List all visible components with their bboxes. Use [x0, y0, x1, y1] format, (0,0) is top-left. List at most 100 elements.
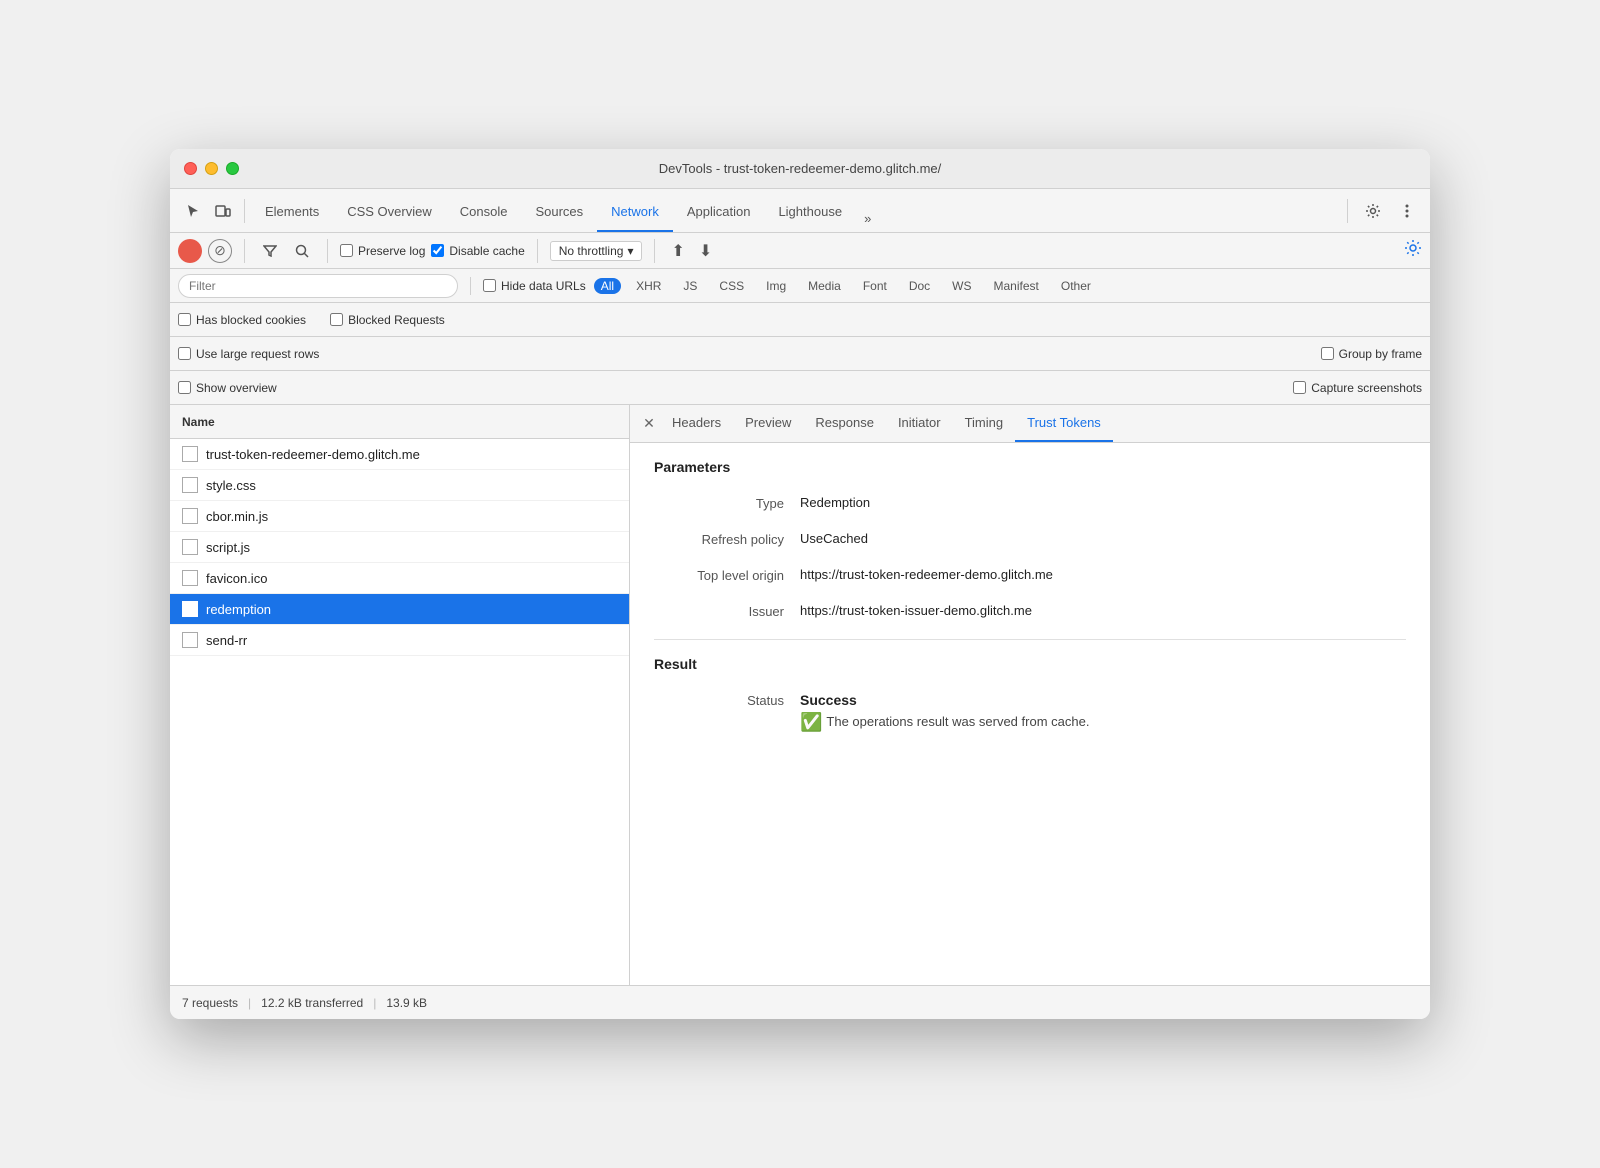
filter-all-button[interactable]: All: [594, 278, 621, 294]
minimize-button[interactable]: [205, 162, 218, 175]
group-by-frame-checkbox[interactable]: Group by frame: [1321, 347, 1422, 361]
blocked-requests-checkbox[interactable]: Blocked Requests: [330, 313, 445, 327]
device-toggle-icon[interactable]: [208, 196, 238, 226]
filter-xhr-button[interactable]: XHR: [629, 278, 668, 294]
options-bar-3: Show overview Capture screenshots: [170, 371, 1430, 405]
issuer-label: Issuer: [654, 603, 784, 619]
requests-count: 7 requests: [182, 996, 238, 1010]
total-size: 13.9 kB: [386, 996, 427, 1010]
capture-screenshots-checkbox[interactable]: Capture screenshots: [1293, 381, 1422, 395]
top-level-origin-value: https://trust-token-redeemer-demo.glitch…: [800, 567, 1053, 583]
filter-js-button[interactable]: JS: [676, 278, 704, 294]
tab-response[interactable]: Response: [803, 405, 886, 442]
list-item-selected[interactable]: redemption: [170, 594, 629, 625]
filter-icon[interactable]: [257, 238, 283, 264]
disable-cache-checkbox[interactable]: Disable cache: [431, 244, 524, 258]
net-toolbar-sep1: [244, 239, 245, 263]
record-button[interactable]: [178, 239, 202, 263]
details-panel: ✕ Headers Preview Response Initiator Tim…: [630, 405, 1430, 985]
file-list-panel: Name trust-token-redeemer-demo.glitch.me…: [170, 405, 630, 985]
toolbar-separator-2: [1347, 199, 1348, 223]
network-settings-icon[interactable]: [1404, 244, 1422, 261]
list-item[interactable]: script.js: [170, 532, 629, 563]
download-icon[interactable]: ⬇: [695, 239, 716, 263]
devtools-window: DevTools - trust-token-redeemer-demo.gli…: [170, 149, 1430, 1019]
filter-media-button[interactable]: Media: [801, 278, 848, 294]
settings-icon[interactable]: [1358, 196, 1388, 226]
filter-css-button[interactable]: CSS: [712, 278, 751, 294]
status-success-value: Success: [800, 692, 1089, 708]
maximize-button[interactable]: [226, 162, 239, 175]
preserve-log-checkbox[interactable]: Preserve log: [340, 244, 425, 258]
list-item[interactable]: style.css: [170, 470, 629, 501]
more-tabs-button[interactable]: »: [856, 205, 879, 232]
tab-initiator[interactable]: Initiator: [886, 405, 953, 442]
list-item[interactable]: trust-token-redeemer-demo.glitch.me: [170, 439, 629, 470]
tab-css-overview[interactable]: CSS Overview: [333, 193, 446, 232]
tab-application[interactable]: Application: [673, 193, 765, 232]
more-options-icon[interactable]: [1392, 196, 1422, 226]
file-icon: [182, 446, 198, 462]
main-content: Name trust-token-redeemer-demo.glitch.me…: [170, 405, 1430, 985]
file-list-header: Name: [170, 405, 629, 439]
tab-timing[interactable]: Timing: [953, 405, 1016, 442]
clear-button[interactable]: ⊘: [208, 239, 232, 263]
type-label: Type: [654, 495, 784, 511]
list-item[interactable]: send-rr: [170, 625, 629, 656]
options-bar-1: Has blocked cookies Blocked Requests: [170, 303, 1430, 337]
details-content: Parameters Type Redemption Refresh polic…: [630, 443, 1430, 985]
list-item[interactable]: cbor.min.js: [170, 501, 629, 532]
search-icon[interactable]: [289, 238, 315, 264]
success-check-icon: ✅: [800, 712, 822, 733]
throttle-dropdown[interactable]: No throttling ▾: [550, 241, 643, 261]
top-level-origin-label: Top level origin: [654, 567, 784, 583]
traffic-lights: [184, 162, 239, 175]
tab-headers[interactable]: Headers: [660, 405, 733, 442]
filter-img-button[interactable]: Img: [759, 278, 793, 294]
tab-trust-tokens[interactable]: Trust Tokens: [1015, 405, 1113, 442]
section-divider: [654, 639, 1406, 640]
hide-data-urls-checkbox[interactable]: Hide data URLs: [483, 279, 586, 293]
filter-manifest-button[interactable]: Manifest: [987, 278, 1046, 294]
filter-other-button[interactable]: Other: [1054, 278, 1098, 294]
options-bar-2: Use large request rows Group by frame: [170, 337, 1430, 371]
upload-icon[interactable]: ⬆: [667, 239, 688, 263]
tab-elements[interactable]: Elements: [251, 193, 333, 232]
tab-network[interactable]: Network: [597, 193, 673, 232]
file-icon: [182, 632, 198, 648]
titlebar: DevTools - trust-token-redeemer-demo.gli…: [170, 149, 1430, 189]
issuer-row: Issuer https://trust-token-issuer-demo.g…: [654, 603, 1406, 619]
file-list: trust-token-redeemer-demo.glitch.me styl…: [170, 439, 629, 985]
filter-input[interactable]: [178, 274, 458, 298]
refresh-policy-value: UseCached: [800, 531, 868, 547]
file-icon: [182, 508, 198, 524]
window-title: DevTools - trust-token-redeemer-demo.gli…: [659, 161, 942, 176]
tab-lighthouse[interactable]: Lighthouse: [764, 193, 856, 232]
tab-sources[interactable]: Sources: [521, 193, 597, 232]
close-button[interactable]: [184, 162, 197, 175]
net-toolbar-sep4: [654, 239, 655, 263]
status-bar: 7 requests | 12.2 kB transferred | 13.9 …: [170, 985, 1430, 1019]
show-overview-checkbox[interactable]: Show overview: [178, 381, 277, 395]
file-icon: [182, 477, 198, 493]
net-toolbar-sep2: [327, 239, 328, 263]
filter-bar: Hide data URLs All XHR JS CSS Img Media …: [170, 269, 1430, 303]
tab-console[interactable]: Console: [446, 193, 522, 232]
parameters-title: Parameters: [654, 459, 1406, 475]
file-icon: [182, 601, 198, 617]
list-item[interactable]: favicon.ico: [170, 563, 629, 594]
large-rows-checkbox[interactable]: Use large request rows: [178, 347, 319, 361]
status-label: Status: [654, 692, 784, 733]
filter-doc-button[interactable]: Doc: [902, 278, 937, 294]
tab-preview[interactable]: Preview: [733, 405, 803, 442]
filter-ws-button[interactable]: WS: [945, 278, 978, 294]
main-tabs: Elements CSS Overview Console Sources Ne…: [251, 189, 879, 232]
filter-font-button[interactable]: Font: [856, 278, 894, 294]
result-description: The operations result was served from ca…: [826, 714, 1089, 729]
close-details-button[interactable]: ✕: [638, 413, 660, 435]
cursor-icon[interactable]: [178, 196, 208, 226]
network-toolbar: ⊘ Preserve log Disable cache No throttli…: [170, 233, 1430, 269]
top-level-origin-row: Top level origin https://trust-token-red…: [654, 567, 1406, 583]
type-value: Redemption: [800, 495, 870, 511]
has-blocked-cookies-checkbox[interactable]: Has blocked cookies: [178, 313, 306, 327]
